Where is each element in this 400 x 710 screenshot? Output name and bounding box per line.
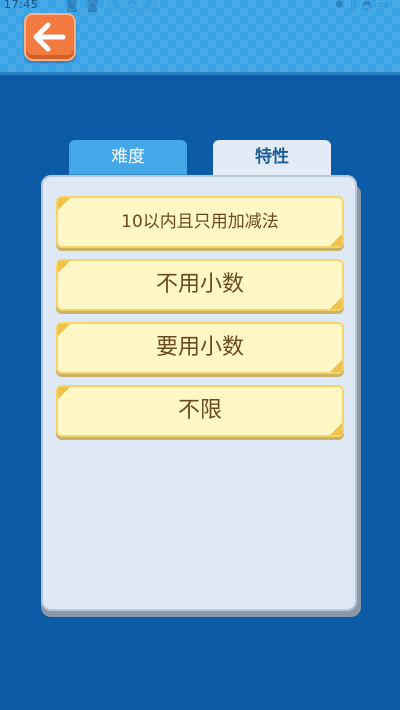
corner-decoration (58, 261, 70, 273)
system-icons: ✱▯◓▭ (334, 0, 394, 11)
option-label: 不用小数 (155, 272, 244, 297)
corner-decoration (330, 423, 342, 435)
corner-decoration (330, 297, 342, 309)
status-time: 17:45 (4, 0, 39, 11)
top-bar: 17:45 ◙◙◌◌◌ ✱▯◓▭ (0, 0, 400, 75)
status-bar: 17:45 ◙◙◌◌◌ ✱▯◓▭ (0, 0, 400, 14)
corner-decoration (58, 198, 70, 210)
notification-icons: ◙◙◌◌◌ (66, 0, 166, 12)
option-use-decimals[interactable]: 要用小数 (56, 322, 344, 374)
arrow-left-icon (33, 22, 66, 52)
tab-difficulty[interactable]: 难度 (69, 140, 187, 176)
option-unlimited[interactable]: 不限 (56, 385, 344, 437)
option-label: 10以内且只用加减法 (121, 212, 279, 232)
option-addition-subtraction-within-10[interactable]: 10以内且只用加减法 (56, 196, 344, 248)
back-button[interactable] (24, 13, 76, 61)
corner-decoration (330, 234, 342, 246)
option-label: 要用小数 (155, 335, 244, 360)
tab-feature[interactable]: 特性 (213, 140, 331, 176)
option-label: 不限 (177, 398, 222, 423)
corner-decoration (58, 387, 70, 399)
corner-decoration (58, 324, 70, 336)
corner-decoration (330, 360, 342, 372)
option-no-decimals[interactable]: 不用小数 (56, 259, 344, 311)
